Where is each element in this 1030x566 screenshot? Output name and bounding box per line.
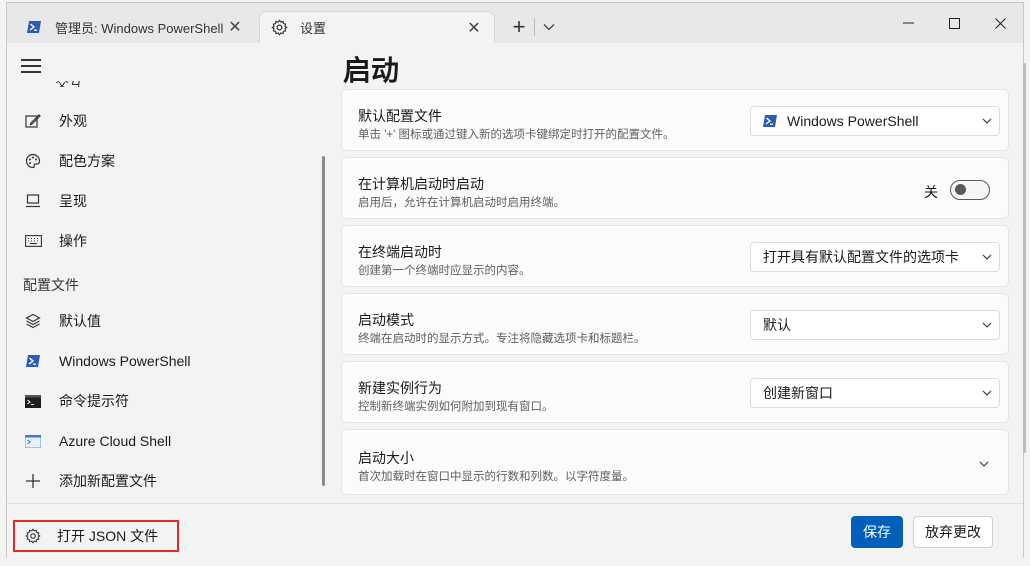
launch-on-startup-toggle[interactable] xyxy=(950,180,990,200)
new-instance-dropdown[interactable]: 创建新窗口 xyxy=(750,378,1000,408)
maximize-button[interactable] xyxy=(931,3,977,43)
dropdown-value: 打开具有默认配置文件的选项卡 xyxy=(763,249,959,265)
dropdown-value: Windows PowerShell xyxy=(787,113,919,129)
sidebar-item-label: 添加新配置文件 xyxy=(59,473,157,489)
close-icon[interactable]: ✕ xyxy=(464,18,484,38)
appearance-icon xyxy=(23,111,43,131)
powershell-icon xyxy=(25,18,43,36)
setting-launch-on-startup: 在计算机启动时启动 启用后，允许在计算机启动时启用终端。 关 xyxy=(341,157,1009,219)
footer-bar: 打开 JSON 文件 保存 放弃更改 xyxy=(7,503,1023,559)
tab-label: 设置 xyxy=(300,21,327,36)
open-json-button[interactable]: 打开 JSON 文件 xyxy=(13,520,179,552)
sidebar-item-partial: 交互 xyxy=(55,81,83,87)
setting-title: 在计算机启动时启动 xyxy=(358,176,484,192)
chevron-down-icon xyxy=(975,390,999,396)
setting-new-instance-behavior: 新建实例行为 控制新终端实例如何附加到现有窗口。 创建新窗口 xyxy=(341,361,1009,423)
main-scrollbar[interactable] xyxy=(1023,63,1026,453)
hamburger-menu-icon[interactable] xyxy=(21,59,41,73)
gear-icon xyxy=(23,526,43,546)
new-tab-button[interactable]: + xyxy=(505,13,533,41)
setting-default-profile: 默认配置文件 单击 '+' 图标或通过键入新的选项卡键绑定时打开的配置文件。 W… xyxy=(341,89,1009,151)
plus-icon xyxy=(23,471,43,491)
profiles-section-header: 配置文件 xyxy=(23,277,79,293)
setting-when-terminal-starts: 在终端启动时 创建第一个终端时应显示的内容。 打开具有默认配置文件的选项卡 xyxy=(341,225,1009,287)
setting-title: 新建实例行为 xyxy=(358,380,442,396)
sidebar: 交互 外观 配色方案 呈现 操作 配置文件 xyxy=(7,43,327,503)
chevron-down-icon xyxy=(975,118,999,124)
minimize-button[interactable] xyxy=(885,3,931,43)
chevron-down-icon xyxy=(975,322,999,328)
sidebar-item-label: 命令提示符 xyxy=(59,393,129,409)
keyboard-icon xyxy=(23,231,43,251)
setting-description: 单击 '+' 图标或通过键入新的选项卡键绑定时打开的配置文件。 xyxy=(358,129,675,141)
open-json-label: 打开 JSON 文件 xyxy=(57,528,159,544)
layers-icon xyxy=(23,311,43,331)
palette-icon xyxy=(23,151,43,171)
chevron-down-icon xyxy=(975,254,999,260)
sidebar-item-label: 呈现 xyxy=(59,193,87,209)
default-profile-dropdown[interactable]: Windows PowerShell xyxy=(750,106,1000,136)
sidebar-item-label: Windows PowerShell xyxy=(59,353,191,369)
powershell-icon xyxy=(761,112,779,130)
save-button[interactable]: 保存 xyxy=(851,516,903,548)
chevron-down-icon[interactable] xyxy=(976,456,992,472)
sidebar-item-windows-powershell[interactable]: Windows PowerShell xyxy=(17,343,317,379)
dropdown-value: 默认 xyxy=(763,317,791,333)
sidebar-item-add-new-profile[interactable]: 添加新配置文件 xyxy=(17,463,317,499)
close-icon[interactable]: ✕ xyxy=(225,17,245,37)
tab-label: 管理员: Windows PowerShell xyxy=(55,20,224,36)
sidebar-item-label: 配色方案 xyxy=(59,153,115,169)
setting-description: 终端在启动时的显示方式。专注将隐藏选项卡和标题栏。 xyxy=(358,333,646,345)
setting-description: 首次加载时在窗口中显示的行数和列数。以字符度量。 xyxy=(358,471,634,483)
launch-mode-dropdown[interactable]: 默认 xyxy=(750,310,1000,340)
sidebar-item-color-schemes[interactable]: 配色方案 xyxy=(17,143,317,179)
azure-icon xyxy=(23,431,43,451)
sidebar-item-label: 外观 xyxy=(59,113,87,129)
tab-powershell[interactable]: 管理员: Windows PowerShell ✕ xyxy=(15,11,255,43)
terminal-window: 管理员: Windows PowerShell ✕ 设置 ✕ + 交互 xyxy=(6,2,1026,559)
setting-title: 默认配置文件 xyxy=(358,108,442,124)
cmd-icon xyxy=(23,391,43,411)
gear-icon xyxy=(270,19,288,37)
sidebar-item-actions[interactable]: 操作 xyxy=(17,223,317,259)
title-bar: 管理员: Windows PowerShell ✕ 设置 ✕ + xyxy=(7,3,1023,43)
setting-description: 启用后，允许在计算机启动时启用终端。 xyxy=(358,197,565,209)
discard-changes-button[interactable]: 放弃更改 xyxy=(913,516,993,548)
window-close-button[interactable] xyxy=(977,3,1023,43)
sidebar-item-appearance[interactable]: 外观 xyxy=(17,103,317,139)
sidebar-item-azure-cloud-shell[interactable]: Azure Cloud Shell xyxy=(17,423,317,459)
setting-launch-size[interactable]: 启动大小 首次加载时在窗口中显示的行数和列数。以字符度量。 xyxy=(341,429,1009,495)
setting-description: 控制新终端实例如何附加到现有窗口。 xyxy=(358,401,554,413)
sidebar-item-command-prompt[interactable]: 命令提示符 xyxy=(17,383,317,419)
setting-title: 启动大小 xyxy=(358,450,414,466)
sidebar-scrollbar[interactable] xyxy=(322,156,325,486)
sidebar-item-defaults[interactable]: 默认值 xyxy=(17,303,317,339)
startup-behavior-dropdown[interactable]: 打开具有默认配置文件的选项卡 xyxy=(750,242,1000,272)
setting-launch-mode: 启动模式 终端在启动时的显示方式。专注将隐藏选项卡和标题栏。 默认 xyxy=(341,293,1009,355)
chevron-down-icon[interactable] xyxy=(537,13,561,41)
setting-title: 在终端启动时 xyxy=(358,244,442,260)
sidebar-item-label: Azure Cloud Shell xyxy=(59,433,172,449)
sidebar-item-label: 操作 xyxy=(59,233,87,249)
divider xyxy=(534,18,535,36)
sidebar-item-rendering[interactable]: 呈现 xyxy=(17,183,317,219)
setting-title: 启动模式 xyxy=(358,312,414,328)
tab-settings[interactable]: 设置 ✕ xyxy=(259,11,495,43)
monitor-icon xyxy=(23,191,43,211)
page-title: 启动 xyxy=(343,55,400,86)
setting-description: 创建第一个终端时应显示的内容。 xyxy=(358,265,531,277)
toggle-state-label: 关 xyxy=(924,184,938,200)
powershell-icon xyxy=(23,351,43,371)
dropdown-value: 创建新窗口 xyxy=(763,385,833,401)
sidebar-item-label: 默认值 xyxy=(59,313,101,329)
